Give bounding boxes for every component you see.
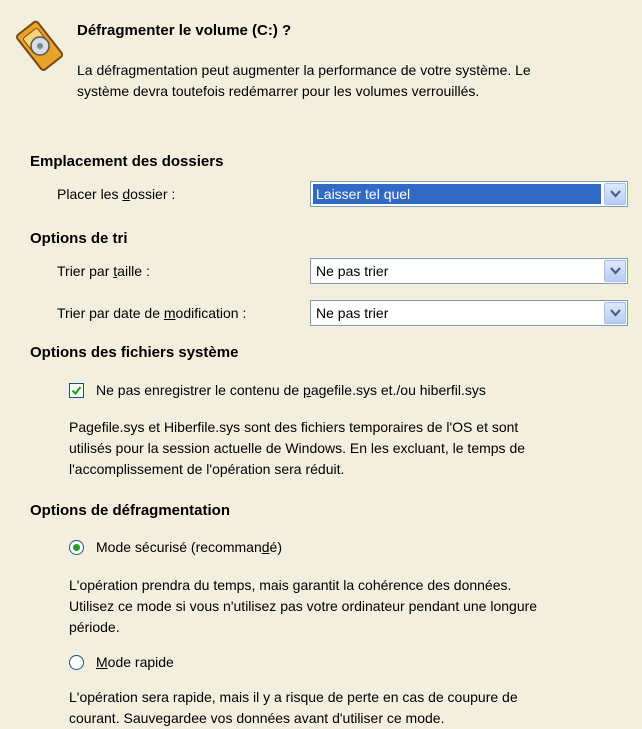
page-title: Défragmenter le volume (C:) ? [77, 22, 292, 39]
exclude-pagefile-label[interactable]: Ne pas enregistrer le contenu de pagefil… [96, 382, 486, 398]
disk-defrag-icon [12, 20, 68, 76]
system-files-heading: Options des fichiers système [30, 344, 239, 361]
sort-date-label: Trier par date de modification : [57, 305, 247, 321]
sort-date-select[interactable]: Ne pas trier [310, 300, 628, 326]
place-folders-value: Laisser tel quel [316, 186, 411, 202]
place-folders-select[interactable]: Laisser tel quel [310, 181, 628, 207]
fast-mode-note: L'opération sera rapide, mais il y a ris… [69, 689, 518, 726]
exclude-pagefile-checkbox[interactable] [69, 383, 84, 398]
chevron-down-icon[interactable] [604, 260, 626, 282]
fast-mode-radio[interactable] [69, 655, 84, 670]
sort-size-select[interactable]: Ne pas trier [310, 258, 628, 284]
chevron-down-icon[interactable] [604, 183, 626, 205]
defrag-heading: Options de défragmentation [30, 502, 231, 519]
sort-size-label: Trier par taille : [57, 263, 150, 279]
chevron-down-icon[interactable] [604, 302, 626, 324]
folders-heading: Emplacement des dossiers [30, 153, 224, 170]
safe-mode-label[interactable]: Mode sécurisé (recommandé) [96, 539, 282, 555]
system-files-note: Pagefile.sys et Hiberfile.sys sont des f… [69, 419, 526, 477]
sort-heading: Options de tri [30, 230, 128, 247]
place-folders-label: Placer les dossier : [57, 186, 176, 202]
sort-size-value: Ne pas trier [316, 263, 389, 279]
safe-mode-radio[interactable] [69, 540, 84, 555]
fast-mode-label[interactable]: Mode rapide [96, 654, 174, 670]
check-icon [71, 386, 82, 396]
safe-mode-note: L'opération prendra du temps, mais garan… [69, 577, 538, 635]
sort-date-value: Ne pas trier [316, 305, 389, 321]
header-description: La défragmentation peut augmenter la per… [77, 62, 531, 99]
